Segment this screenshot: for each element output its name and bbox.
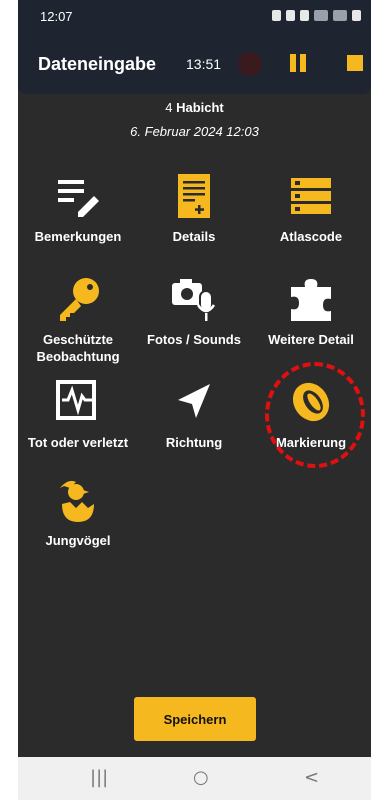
tile-label: Details xyxy=(172,229,216,244)
tile-label: Atlascode xyxy=(279,229,343,244)
notes-edit-icon xyxy=(54,172,102,220)
android-nav-bar: ||| ○ < xyxy=(18,757,371,800)
battery-icon xyxy=(352,10,361,21)
tile-bemerkungen[interactable]: Bemerkungen xyxy=(18,172,138,245)
species-line: 4 Habicht xyxy=(18,100,371,115)
highlight-circle-annotation xyxy=(265,362,365,468)
tile-label: Geschützte Beobachtung xyxy=(18,331,138,365)
tile-label: Richtung xyxy=(165,435,223,450)
tile-weitere-detail[interactable]: Weitere Detail xyxy=(251,275,371,348)
tile-label: Jungvögel xyxy=(45,533,111,548)
direction-arrow-icon xyxy=(170,378,218,426)
record-indicator-icon xyxy=(238,52,262,76)
tile-jungvoegel[interactable]: Jungvögel xyxy=(18,476,138,549)
mute-icon xyxy=(286,10,295,21)
status-time: 12:07 xyxy=(40,9,73,24)
camera-mic-icon xyxy=(170,275,218,323)
app-bar: Dateneingabe 13:51 xyxy=(18,32,371,94)
page-title: Dateneingabe xyxy=(38,54,157,74)
recents-button[interactable]: ||| xyxy=(90,767,108,788)
tile-atlascode[interactable]: Atlascode xyxy=(251,172,371,245)
signal-icon xyxy=(333,10,347,21)
recording-timer: 13:51 xyxy=(186,56,222,72)
location-icon xyxy=(300,10,309,21)
key-icon xyxy=(54,275,102,323)
tile-label-line2: Beobachtung xyxy=(36,349,120,364)
back-button[interactable]: < xyxy=(304,767,319,788)
tile-tot-oder-verletzt[interactable]: Tot oder verletzt xyxy=(18,378,138,451)
save-button[interactable]: Speichern xyxy=(134,697,256,741)
wifi-icon xyxy=(314,10,328,21)
tile-label: Fotos / Sounds xyxy=(147,332,241,347)
status-icons xyxy=(272,10,361,21)
pause-icon[interactable] xyxy=(290,54,306,72)
tile-geschuetzte-beobachtung[interactable]: Geschützte Beobachtung xyxy=(18,275,138,365)
document-add-icon xyxy=(170,172,218,220)
tile-richtung[interactable]: Richtung xyxy=(134,378,254,451)
tile-label: Bemerkungen xyxy=(34,229,122,244)
stop-icon[interactable] xyxy=(347,55,363,71)
battery-saver-icon xyxy=(272,10,281,21)
list-icon xyxy=(287,172,335,220)
tile-label-line1: Geschützte xyxy=(42,332,114,347)
species-count: 4 xyxy=(165,100,173,115)
tile-label: Weitere Detail xyxy=(268,332,354,347)
hatching-egg-icon xyxy=(54,476,102,524)
home-button[interactable]: ○ xyxy=(193,767,209,788)
species-name: Habicht xyxy=(176,100,224,115)
tile-fotos-sounds[interactable]: Fotos / Sounds xyxy=(134,275,254,348)
tile-details[interactable]: Details xyxy=(134,172,254,245)
tile-label: Tot oder verletzt xyxy=(27,435,129,450)
status-bar: 12:07 xyxy=(18,0,371,32)
observation-datetime: 6. Februar 2024 12:03 xyxy=(130,124,259,139)
puzzle-icon xyxy=(287,275,335,323)
vital-signs-icon xyxy=(54,378,102,426)
